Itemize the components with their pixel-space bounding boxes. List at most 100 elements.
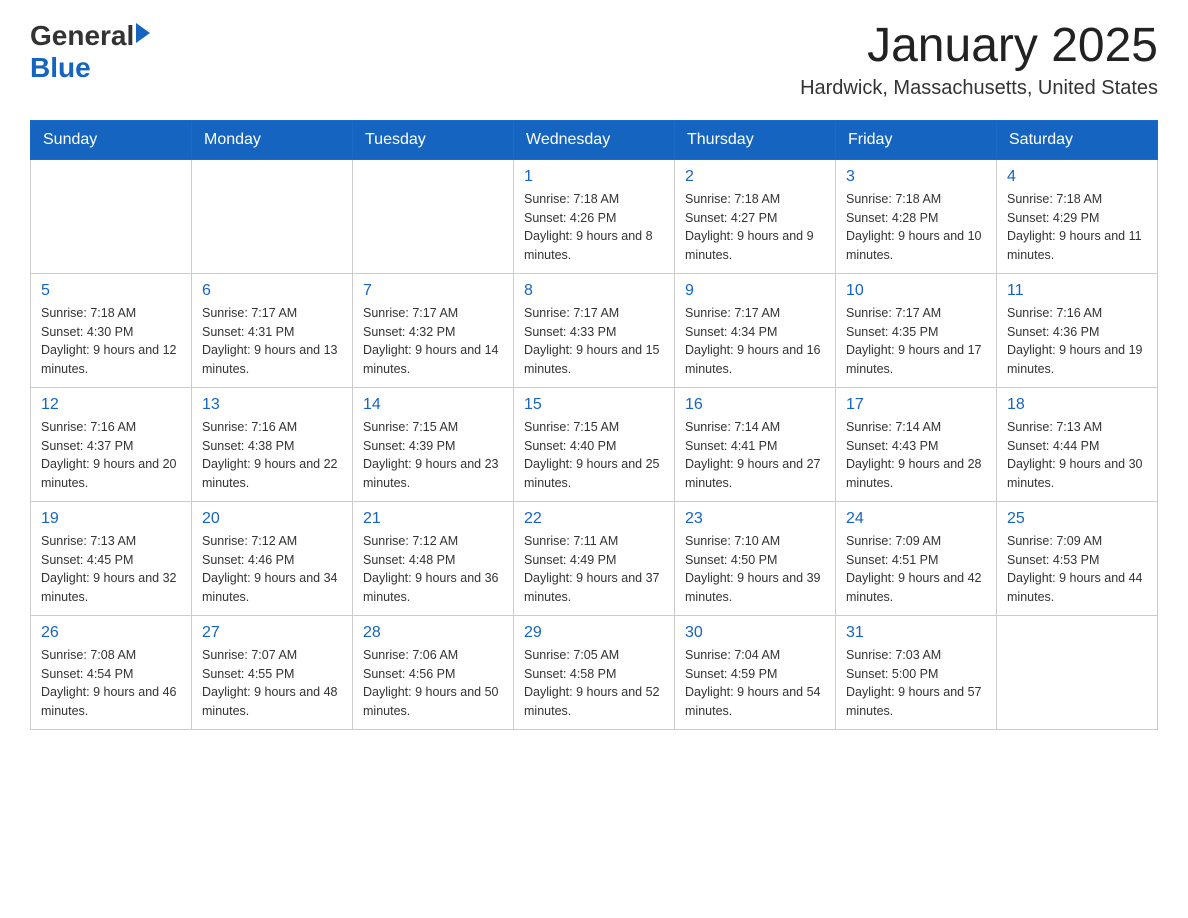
day-header-saturday: Saturday bbox=[997, 120, 1158, 159]
day-number: 3 bbox=[846, 168, 986, 186]
day-info: Sunrise: 7:18 AM Sunset: 4:29 PM Dayligh… bbox=[1007, 190, 1147, 265]
day-number: 13 bbox=[202, 396, 342, 414]
calendar-cell: 17 Sunrise: 7:14 AM Sunset: 4:43 PM Dayli… bbox=[836, 387, 997, 501]
day-number: 14 bbox=[363, 396, 503, 414]
calendar-cell: 31 Sunrise: 7:03 AM Sunset: 5:00 PM Dayli… bbox=[836, 615, 997, 729]
calendar-cell: 15Sunrise: 7:15 AM Sunset: 4:40 PM Dayli… bbox=[514, 387, 675, 501]
day-number: 28 bbox=[363, 624, 503, 642]
day-number: 21 bbox=[363, 510, 503, 528]
calendar-cell: 29 Sunrise: 7:05 AM Sunset: 4:58 PM Dayli… bbox=[514, 615, 675, 729]
day-info: Sunrise: 7:17 AM Sunset: 4:31 PM Dayligh… bbox=[202, 304, 342, 379]
calendar-cell: 13 Sunrise: 7:16 AM Sunset: 4:38 PM Dayli… bbox=[192, 387, 353, 501]
day-info: Sunrise: 7:07 AM Sunset: 4:55 PM Dayligh… bbox=[202, 646, 342, 721]
week-row-3: 12Sunrise: 7:16 AM Sunset: 4:37 PM Dayli… bbox=[31, 387, 1158, 501]
day-header-tuesday: Tuesday bbox=[353, 120, 514, 159]
day-number: 8 bbox=[524, 282, 664, 300]
week-row-1: 1 Sunrise: 7:18 AM Sunset: 4:26 PM Daylig… bbox=[31, 159, 1158, 273]
day-number: 23 bbox=[685, 510, 825, 528]
calendar-cell: 1 Sunrise: 7:18 AM Sunset: 4:26 PM Daylig… bbox=[514, 159, 675, 273]
calendar-cell: 25 Sunrise: 7:09 AM Sunset: 4:53 PM Dayli… bbox=[997, 501, 1158, 615]
calendar-cell bbox=[997, 615, 1158, 729]
calendar-header-row: SundayMondayTuesdayWednesdayThursdayFrid… bbox=[31, 120, 1158, 159]
day-info: Sunrise: 7:17 AM Sunset: 4:32 PM Dayligh… bbox=[363, 304, 503, 379]
day-info: Sunrise: 7:18 AM Sunset: 4:28 PM Dayligh… bbox=[846, 190, 986, 265]
logo-arrow-icon bbox=[136, 23, 150, 43]
day-info: Sunrise: 7:16 AM Sunset: 4:38 PM Dayligh… bbox=[202, 418, 342, 493]
day-number: 16 bbox=[685, 396, 825, 414]
calendar-cell: 11Sunrise: 7:16 AM Sunset: 4:36 PM Dayli… bbox=[997, 273, 1158, 387]
day-header-friday: Friday bbox=[836, 120, 997, 159]
calendar-cell: 14Sunrise: 7:15 AM Sunset: 4:39 PM Dayli… bbox=[353, 387, 514, 501]
day-number: 17 bbox=[846, 396, 986, 414]
calendar-cell bbox=[192, 159, 353, 273]
day-number: 2 bbox=[685, 168, 825, 186]
day-info: Sunrise: 7:10 AM Sunset: 4:50 PM Dayligh… bbox=[685, 532, 825, 607]
calendar-cell: 19 Sunrise: 7:13 AM Sunset: 4:45 PM Dayli… bbox=[31, 501, 192, 615]
day-number: 31 bbox=[846, 624, 986, 642]
calendar-cell: 12Sunrise: 7:16 AM Sunset: 4:37 PM Dayli… bbox=[31, 387, 192, 501]
day-info: Sunrise: 7:18 AM Sunset: 4:27 PM Dayligh… bbox=[685, 190, 825, 265]
day-info: Sunrise: 7:09 AM Sunset: 4:53 PM Dayligh… bbox=[1007, 532, 1147, 607]
calendar-cell: 26 Sunrise: 7:08 AM Sunset: 4:54 PM Dayli… bbox=[31, 615, 192, 729]
day-number: 26 bbox=[41, 624, 181, 642]
calendar-cell: 16 Sunrise: 7:14 AM Sunset: 4:41 PM Dayli… bbox=[675, 387, 836, 501]
week-row-5: 26 Sunrise: 7:08 AM Sunset: 4:54 PM Dayli… bbox=[31, 615, 1158, 729]
day-number: 29 bbox=[524, 624, 664, 642]
calendar-cell: 8 Sunrise: 7:17 AM Sunset: 4:33 PM Daylig… bbox=[514, 273, 675, 387]
day-info: Sunrise: 7:05 AM Sunset: 4:58 PM Dayligh… bbox=[524, 646, 664, 721]
calendar-cell: 5 Sunrise: 7:18 AM Sunset: 4:30 PM Daylig… bbox=[31, 273, 192, 387]
day-info: Sunrise: 7:17 AM Sunset: 4:33 PM Dayligh… bbox=[524, 304, 664, 379]
calendar-cell: 6 Sunrise: 7:17 AM Sunset: 4:31 PM Daylig… bbox=[192, 273, 353, 387]
day-number: 11 bbox=[1007, 282, 1147, 300]
calendar-cell: 2 Sunrise: 7:18 AM Sunset: 4:27 PM Daylig… bbox=[675, 159, 836, 273]
day-info: Sunrise: 7:18 AM Sunset: 4:30 PM Dayligh… bbox=[41, 304, 181, 379]
day-info: Sunrise: 7:18 AM Sunset: 4:26 PM Dayligh… bbox=[524, 190, 664, 265]
calendar-cell: 30Sunrise: 7:04 AM Sunset: 4:59 PM Dayli… bbox=[675, 615, 836, 729]
day-info: Sunrise: 7:16 AM Sunset: 4:37 PM Dayligh… bbox=[41, 418, 181, 493]
calendar-cell: 4 Sunrise: 7:18 AM Sunset: 4:29 PM Daylig… bbox=[997, 159, 1158, 273]
day-number: 24 bbox=[846, 510, 986, 528]
day-info: Sunrise: 7:14 AM Sunset: 4:41 PM Dayligh… bbox=[685, 418, 825, 493]
calendar-cell: 3 Sunrise: 7:18 AM Sunset: 4:28 PM Daylig… bbox=[836, 159, 997, 273]
day-info: Sunrise: 7:14 AM Sunset: 4:43 PM Dayligh… bbox=[846, 418, 986, 493]
calendar-cell: 28 Sunrise: 7:06 AM Sunset: 4:56 PM Dayli… bbox=[353, 615, 514, 729]
day-info: Sunrise: 7:03 AM Sunset: 5:00 PM Dayligh… bbox=[846, 646, 986, 721]
calendar-cell bbox=[31, 159, 192, 273]
day-number: 20 bbox=[202, 510, 342, 528]
day-number: 10 bbox=[846, 282, 986, 300]
day-info: Sunrise: 7:12 AM Sunset: 4:46 PM Dayligh… bbox=[202, 532, 342, 607]
calendar-cell: 10Sunrise: 7:17 AM Sunset: 4:35 PM Dayli… bbox=[836, 273, 997, 387]
day-info: Sunrise: 7:08 AM Sunset: 4:54 PM Dayligh… bbox=[41, 646, 181, 721]
day-header-sunday: Sunday bbox=[31, 120, 192, 159]
logo-blue-text: Blue bbox=[30, 52, 91, 84]
day-info: Sunrise: 7:13 AM Sunset: 4:45 PM Dayligh… bbox=[41, 532, 181, 607]
calendar-cell: 7 Sunrise: 7:17 AM Sunset: 4:32 PM Daylig… bbox=[353, 273, 514, 387]
day-number: 25 bbox=[1007, 510, 1147, 528]
day-number: 30 bbox=[685, 624, 825, 642]
page-header: General Blue January 2025 Hardwick, Mass… bbox=[30, 20, 1158, 100]
day-info: Sunrise: 7:09 AM Sunset: 4:51 PM Dayligh… bbox=[846, 532, 986, 607]
calendar-cell bbox=[353, 159, 514, 273]
day-number: 9 bbox=[685, 282, 825, 300]
day-info: Sunrise: 7:12 AM Sunset: 4:48 PM Dayligh… bbox=[363, 532, 503, 607]
day-number: 1 bbox=[524, 168, 664, 186]
day-number: 7 bbox=[363, 282, 503, 300]
day-info: Sunrise: 7:13 AM Sunset: 4:44 PM Dayligh… bbox=[1007, 418, 1147, 493]
day-number: 4 bbox=[1007, 168, 1147, 186]
day-number: 27 bbox=[202, 624, 342, 642]
calendar-cell: 18Sunrise: 7:13 AM Sunset: 4:44 PM Dayli… bbox=[997, 387, 1158, 501]
day-number: 22 bbox=[524, 510, 664, 528]
calendar-cell: 20 Sunrise: 7:12 AM Sunset: 4:46 PM Dayli… bbox=[192, 501, 353, 615]
calendar-cell: 9Sunrise: 7:17 AM Sunset: 4:34 PM Daylig… bbox=[675, 273, 836, 387]
calendar-cell: 21 Sunrise: 7:12 AM Sunset: 4:48 PM Dayli… bbox=[353, 501, 514, 615]
calendar-table: SundayMondayTuesdayWednesdayThursdayFrid… bbox=[30, 120, 1158, 730]
day-number: 6 bbox=[202, 282, 342, 300]
day-number: 19 bbox=[41, 510, 181, 528]
calendar-cell: 24 Sunrise: 7:09 AM Sunset: 4:51 PM Dayli… bbox=[836, 501, 997, 615]
day-info: Sunrise: 7:06 AM Sunset: 4:56 PM Dayligh… bbox=[363, 646, 503, 721]
month-title: January 2025 bbox=[800, 20, 1158, 73]
day-number: 5 bbox=[41, 282, 181, 300]
title-section: January 2025 Hardwick, Massachusetts, Un… bbox=[800, 20, 1158, 100]
week-row-4: 19 Sunrise: 7:13 AM Sunset: 4:45 PM Dayli… bbox=[31, 501, 1158, 615]
day-header-monday: Monday bbox=[192, 120, 353, 159]
